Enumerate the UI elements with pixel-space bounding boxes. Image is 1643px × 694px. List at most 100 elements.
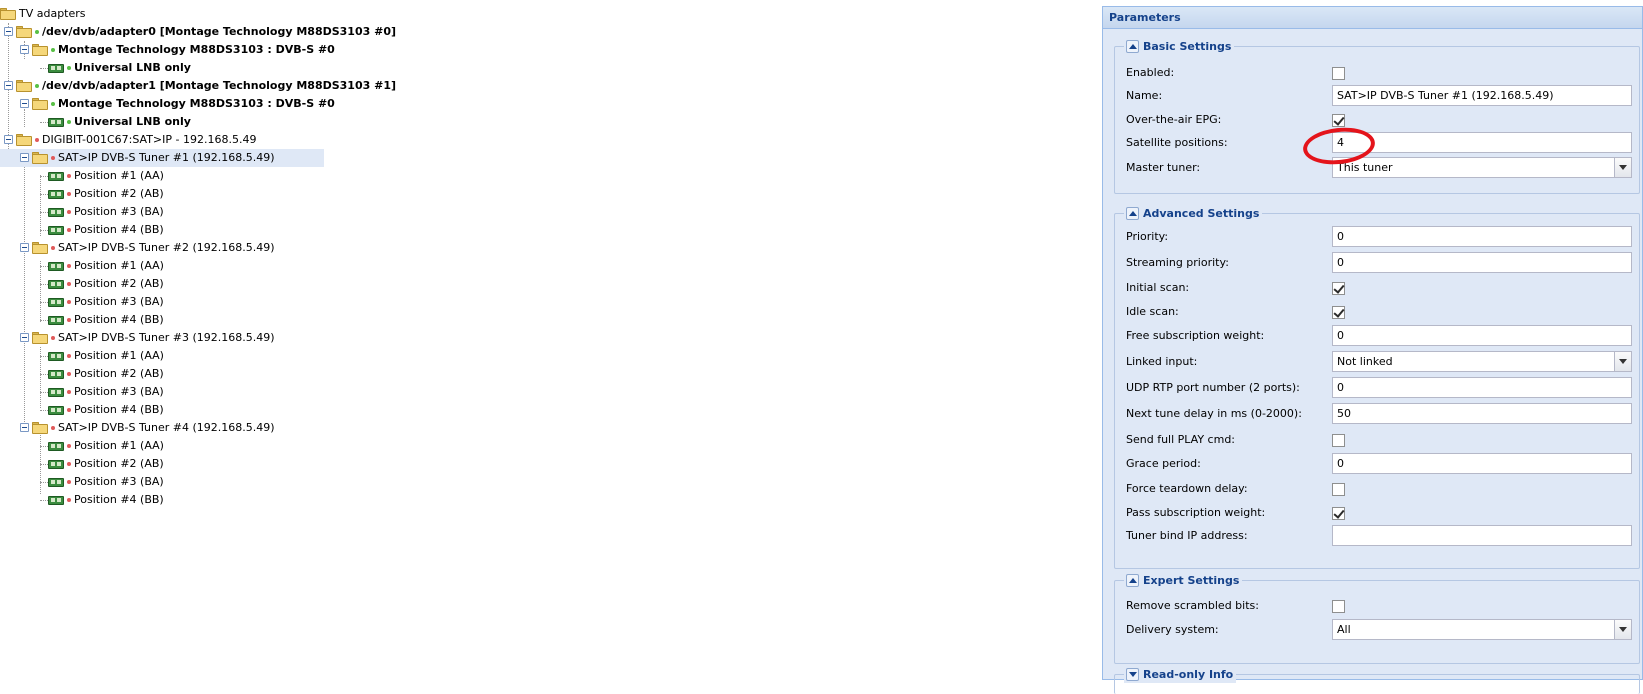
collapse-toggle-icon[interactable] (20, 99, 29, 108)
tree-node-frontend[interactable]: Montage Technology M88DS3103 : DVB-S #0 (0, 41, 340, 59)
tree-guide (40, 68, 48, 69)
tree-node-position[interactable]: Position #4 (BB) (0, 401, 340, 419)
collapse-arrow-icon[interactable] (1126, 206, 1139, 220)
remove-scrambled-checkbox[interactable] (1332, 600, 1345, 613)
status-error-icon (51, 336, 55, 340)
collapse-toggle-icon[interactable] (20, 243, 29, 252)
collapse-toggle-icon[interactable] (20, 153, 29, 162)
tree-node-tuner-4[interactable]: SAT>IP DVB-S Tuner #4 (192.168.5.49) (0, 419, 340, 437)
tuner-card-icon (48, 279, 64, 290)
collapse-toggle-icon[interactable] (20, 423, 29, 432)
tree-node-root[interactable]: TV adapters (0, 5, 340, 23)
priority-input[interactable]: 0 (1332, 226, 1632, 247)
folder-icon (32, 98, 48, 110)
collapse-toggle-icon[interactable] (4, 27, 13, 36)
folder-icon (0, 8, 16, 20)
master-tuner-select[interactable]: This tuner (1332, 157, 1632, 178)
tree-node-lnb[interactable]: Universal LNB only (0, 59, 340, 77)
folder-icon (32, 332, 48, 344)
tree-node-lnb[interactable]: Universal LNB only (0, 113, 340, 131)
teardown-delay-checkbox[interactable] (1332, 483, 1345, 496)
tree-node-tuner-3[interactable]: SAT>IP DVB-S Tuner #3 (192.168.5.49) (0, 329, 340, 347)
collapse-arrow-icon[interactable] (1126, 39, 1139, 53)
tree-node-position[interactable]: Position #2 (AB) (0, 275, 340, 293)
status-error-icon (67, 372, 71, 376)
field-label: Free subscription weight: (1126, 329, 1265, 342)
epg-checkbox[interactable] (1332, 114, 1345, 127)
select-value: Not linked (1337, 355, 1393, 368)
tree-node-position[interactable]: Position #3 (BA) (0, 473, 340, 491)
tuner-card-icon (48, 117, 64, 128)
tree-node-position[interactable]: Position #3 (BA) (0, 383, 340, 401)
field-name: Name: SAT>IP DVB-S Tuner #1 (192.168.5.4… (1115, 85, 1639, 107)
tree-node-position[interactable]: Position #1 (AA) (0, 347, 340, 365)
tree-node-position[interactable]: Position #2 (AB) (0, 185, 340, 203)
tree-node-position[interactable]: Position #2 (AB) (0, 455, 340, 473)
tree-node-frontend[interactable]: Montage Technology M88DS3103 : DVB-S #0 (0, 95, 340, 113)
status-error-icon (51, 156, 55, 160)
tune-delay-input[interactable]: 50 (1332, 403, 1632, 424)
field-priority: Priority: 0 (1115, 226, 1639, 248)
dropdown-arrow-icon[interactable] (1614, 352, 1631, 371)
tree-node-label: SAT>IP DVB-S Tuner #2 (192.168.5.49) (58, 241, 275, 254)
udp-port-input[interactable]: 0 (1332, 377, 1632, 398)
field-label: Enabled: (1126, 66, 1175, 79)
streaming-priority-input[interactable]: 0 (1332, 252, 1632, 273)
pass-subscription-checkbox[interactable] (1332, 507, 1345, 520)
panel-title: Parameters (1103, 7, 1642, 29)
tree-node-position[interactable]: Position #1 (AA) (0, 257, 340, 275)
tuner-card-icon (48, 189, 64, 200)
tree-node-position[interactable]: Position #4 (BB) (0, 311, 340, 329)
linked-input-select[interactable]: Not linked (1332, 351, 1632, 372)
tree-node-label: Position #1 (AA) (74, 169, 164, 182)
collapse-toggle-icon[interactable] (4, 135, 13, 144)
collapse-arrow-icon[interactable] (1126, 573, 1139, 587)
status-error-icon (67, 444, 71, 448)
bind-ip-input[interactable] (1332, 525, 1632, 546)
full-play-checkbox[interactable] (1332, 434, 1345, 447)
tree-node-position[interactable]: Position #3 (BA) (0, 203, 340, 221)
collapse-toggle-icon[interactable] (4, 81, 13, 90)
field-streaming-priority: Streaming priority: 0 (1115, 252, 1639, 274)
dropdown-arrow-icon[interactable] (1614, 158, 1631, 177)
tree-node-adapter1[interactable]: /dev/dvb/adapter1 [Montage Technology M8… (0, 77, 396, 95)
tree-node-position[interactable]: Position #1 (AA) (0, 437, 340, 455)
idle-scan-checkbox[interactable] (1332, 306, 1345, 319)
grace-period-input[interactable]: 0 (1332, 453, 1632, 474)
tree-guide (40, 230, 48, 231)
status-error-icon (67, 210, 71, 214)
tree-node-adapter0[interactable]: /dev/dvb/adapter0 [Montage Technology M8… (0, 23, 396, 41)
satellite-positions-input[interactable]: 4 (1332, 132, 1632, 153)
tree-node-position[interactable]: Position #1 (AA) (0, 167, 340, 185)
tree-guide (40, 500, 48, 501)
collapse-toggle-icon[interactable] (20, 333, 29, 342)
initial-scan-checkbox[interactable] (1332, 282, 1345, 295)
field-pass-subscription: Pass subscription weight: (1115, 502, 1639, 524)
field-label: Master tuner: (1126, 161, 1201, 174)
field-label: Satellite positions: (1126, 136, 1228, 149)
tree-node-position[interactable]: Position #4 (BB) (0, 491, 340, 509)
tree-node-tuner-2[interactable]: SAT>IP DVB-S Tuner #2 (192.168.5.49) (0, 239, 340, 257)
tree-guide (40, 392, 48, 393)
field-remove-scrambled: Remove scrambled bits: (1115, 595, 1639, 617)
enabled-checkbox[interactable] (1332, 67, 1345, 80)
field-label: Over-the-air EPG: (1126, 113, 1222, 126)
collapse-toggle-icon[interactable] (20, 45, 29, 54)
name-input[interactable]: SAT>IP DVB-S Tuner #1 (192.168.5.49) (1332, 85, 1632, 106)
status-error-icon (51, 246, 55, 250)
tree-node-tuner-1[interactable]: SAT>IP DVB-S Tuner #1 (192.168.5.49) (0, 149, 324, 167)
tree-node-satip-server[interactable]: DIGIBIT-001C67:SAT>IP - 192.168.5.49 (0, 131, 340, 149)
basic-settings-fieldset: Basic Settings Enabled: Name: SAT>IP DVB… (1114, 39, 1640, 194)
field-satellite-positions: Satellite positions: 4 (1115, 132, 1639, 154)
dropdown-arrow-icon[interactable] (1614, 620, 1631, 639)
tree-guide (40, 464, 48, 465)
tree-node-position[interactable]: Position #2 (AB) (0, 365, 340, 383)
delivery-system-select[interactable]: All (1332, 619, 1632, 640)
expand-arrow-icon[interactable] (1126, 667, 1139, 681)
tree-guide (40, 302, 48, 303)
tree-node-position[interactable]: Position #3 (BA) (0, 293, 340, 311)
field-idle-scan: Idle scan: (1115, 301, 1639, 323)
free-subscription-weight-input[interactable]: 0 (1332, 325, 1632, 346)
legend-label: Advanced Settings (1143, 207, 1260, 220)
tree-node-position[interactable]: Position #4 (BB) (0, 221, 340, 239)
